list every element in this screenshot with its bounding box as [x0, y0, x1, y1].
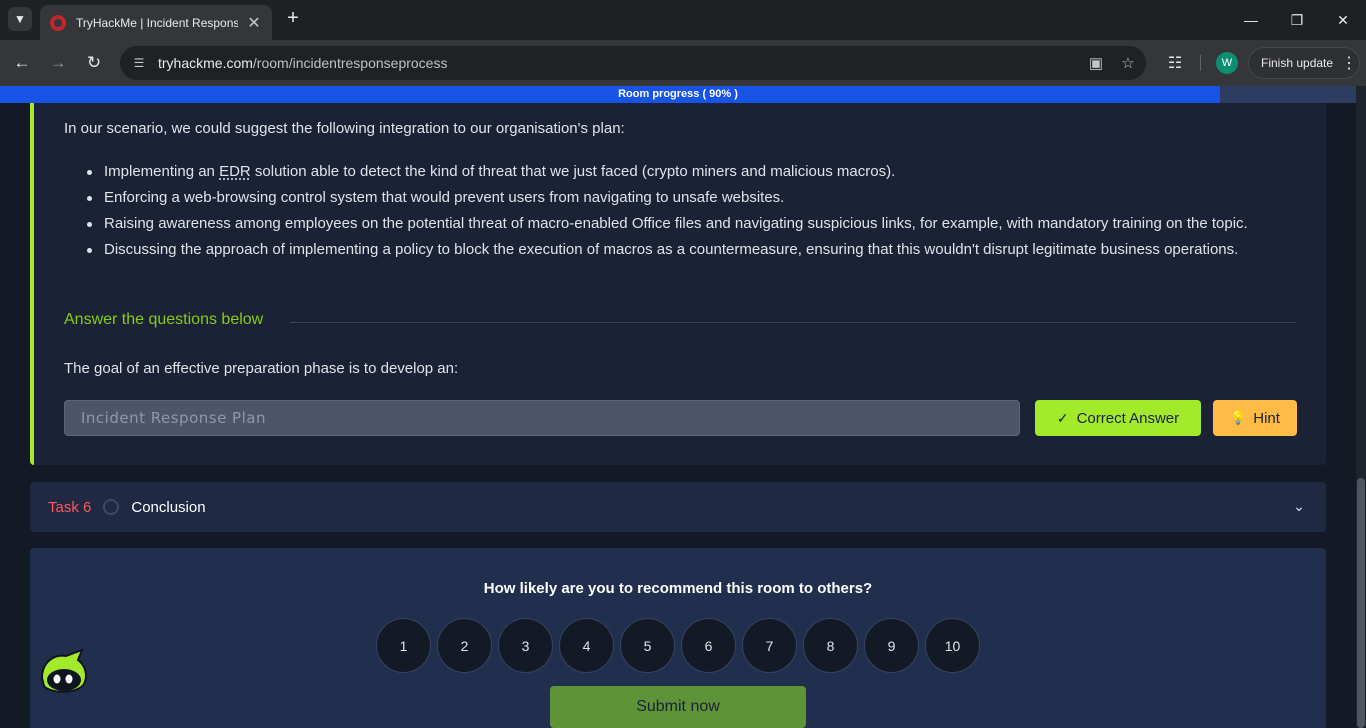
url-host: tryhackme.com: [158, 55, 253, 71]
task-5-content: In our scenario, we could suggest the fo…: [30, 103, 1326, 465]
finish-update-button[interactable]: Finish update ⋮: [1248, 47, 1360, 79]
tab-search-chevron-icon[interactable]: ▼: [8, 7, 32, 31]
toolbar-divider: [1200, 55, 1201, 71]
back-arrow-icon[interactable]: ←: [7, 48, 37, 78]
bullet1-pre: Implementing an: [104, 163, 220, 180]
tab-title: TryHackMe | Incident Response: [76, 15, 238, 30]
correct-answer-label: Correct Answer: [1076, 409, 1180, 427]
submit-rating-button[interactable]: Submit now: [550, 686, 806, 728]
rating-option-3[interactable]: 3: [498, 618, 553, 673]
profile-avatar[interactable]: W: [1216, 52, 1238, 74]
bullet1-post: solution able to detect the kind of thre…: [250, 163, 896, 180]
address-bar[interactable]: ☰ tryhackme.com/room/incidentresponsepro…: [120, 46, 1146, 80]
hint-label: Hint: [1253, 409, 1280, 427]
bookmark-star-icon[interactable]: ☆: [1114, 49, 1142, 77]
rating-option-8[interactable]: 8: [803, 618, 858, 673]
site-settings-icon[interactable]: ☰: [128, 52, 150, 74]
rating-question: How likely are you to recommend this roo…: [483, 580, 873, 597]
recommendation-list: Implementing an EDR solution able to det…: [87, 159, 1248, 263]
browser-tab-bar: ▼ TryHackMe | Incident Response ✕ + — ❐ …: [0, 0, 1366, 40]
tryhackme-mascot-icon[interactable]: [36, 648, 92, 696]
chevron-down-icon[interactable]: ⌄: [1290, 498, 1308, 516]
kebab-menu-icon: ⋮: [1341, 55, 1357, 72]
list-item: Discussing the approach of implementing …: [87, 237, 1248, 263]
checkmark-icon: ✓: [1056, 409, 1069, 426]
rating-option-10[interactable]: 10: [925, 618, 980, 673]
minimize-icon[interactable]: —: [1228, 0, 1274, 40]
hint-button[interactable]: 💡 Hint: [1213, 400, 1297, 436]
rating-option-2[interactable]: 2: [437, 618, 492, 673]
rating-option-6[interactable]: 6: [681, 618, 736, 673]
task-number: Task 6: [48, 498, 92, 516]
rating-option-9[interactable]: 9: [864, 618, 919, 673]
list-item: Raising awareness among employees on the…: [87, 211, 1248, 237]
close-tab-icon[interactable]: ✕: [246, 13, 262, 33]
edr-abbreviation: EDR: [219, 163, 251, 180]
progress-label: Room progress ( 90% ): [618, 88, 738, 100]
scrollbar-thumb[interactable]: [1357, 478, 1365, 728]
heading-divider: [290, 322, 1296, 323]
lightbulb-icon: 💡: [1230, 410, 1247, 425]
list-item: Enforcing a web-browsing control system …: [87, 185, 1248, 211]
rating-card: How likely are you to recommend this roo…: [30, 548, 1326, 728]
extensions-puzzle-icon[interactable]: ☷: [1160, 48, 1190, 78]
rating-option-4[interactable]: 4: [559, 618, 614, 673]
rating-option-5[interactable]: 5: [620, 618, 675, 673]
answer-questions-heading: Answer the questions below: [64, 311, 264, 328]
answer-field[interactable]: Incident Response Plan: [64, 400, 1020, 436]
close-window-icon[interactable]: ✕: [1320, 0, 1366, 40]
room-page: In our scenario, we could suggest the fo…: [0, 103, 1356, 728]
intro-paragraph: In our scenario, we could suggest the fo…: [64, 120, 625, 137]
finish-update-label: Finish update: [1261, 56, 1334, 70]
task-status-circle-icon: [103, 499, 120, 515]
rating-option-7[interactable]: 7: [742, 618, 797, 673]
question-text: The goal of an effective preparation pha…: [64, 360, 459, 377]
url-path: /room/incidentresponseprocess: [252, 55, 448, 71]
url-text[interactable]: tryhackme.com/room/incidentresponseproce…: [158, 55, 1082, 71]
no-tracking-icon[interactable]: ▣: [1082, 49, 1110, 77]
reload-icon[interactable]: ↻: [79, 48, 109, 78]
rating-options: 1 2 3 4 5 6 7 8 9 10: [376, 618, 986, 673]
rating-option-1[interactable]: 1: [376, 618, 431, 673]
room-progress-bar: Room progress ( 90% ): [0, 86, 1356, 103]
browser-tab[interactable]: TryHackMe | Incident Response ✕: [40, 5, 272, 40]
forward-arrow-icon[interactable]: →: [43, 48, 73, 78]
list-item: Implementing an EDR solution able to det…: [87, 159, 1248, 185]
restore-icon[interactable]: ❐: [1274, 0, 1320, 40]
tryhackme-favicon-icon: [50, 14, 66, 31]
task-6-header[interactable]: Task 6 Conclusion ⌄: [30, 482, 1326, 532]
correct-answer-button[interactable]: ✓ Correct Answer: [1035, 400, 1201, 436]
new-tab-plus-icon[interactable]: +: [282, 8, 304, 30]
task-name: Conclusion: [131, 498, 206, 516]
